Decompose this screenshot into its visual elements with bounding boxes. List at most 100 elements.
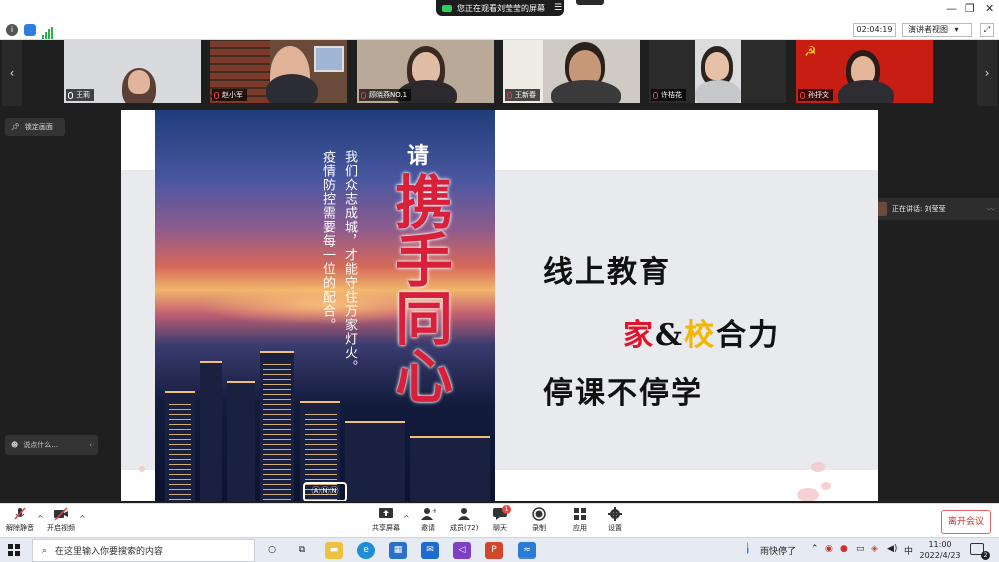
tray-app-icon[interactable]: ◉ [825,544,833,554]
poster-qing: 请 [407,143,430,169]
pin-icon: 📌︎ [11,123,20,131]
participant-gallery: ‹ 王莉 赵小军 顾晓燕NO.1 王新春 许桔花 ☭ 孙抒文 › [0,40,999,106]
file-explorer-icon[interactable]: ▬ [325,542,343,559]
participant-name-tag: 王新春 [505,89,540,101]
slide-line-2: 家&校合力 [623,310,780,354]
lock-view-label: 锁定画面 [24,123,53,131]
lock-view-button[interactable]: 📌︎ 锁定画面 [5,118,65,136]
slide-word-cooperate: 合力 [716,318,781,353]
invite-user-icon: + [421,507,436,520]
cortana-icon[interactable]: ○ [263,542,281,559]
microphone-muted-icon [214,91,219,99]
members-button[interactable]: 成员(72) [450,507,478,533]
poster-text-column-1: 我们众志成城，才能守住万家灯火。 [342,150,357,374]
slide-ampersand: & [655,318,685,353]
active-speaker-indicator: 正在讲话: 刘莹莹 〰 [867,198,999,220]
notification-count: 2 [981,551,990,560]
volume-icon[interactable]: ◀) [887,544,897,554]
microphone-muted-icon [14,507,26,520]
settings-button[interactable]: 设置 [607,507,623,533]
record-button[interactable]: 录制 [531,507,547,533]
participant-tile[interactable]: ☭ 孙抒文 [796,40,933,103]
emoji-icon[interactable]: ☻ [11,441,18,449]
participant-name-tag: 顾晓燕NO.1 [359,89,412,101]
penguin-icon[interactable]: ● [840,544,848,554]
store-icon[interactable]: ▦ [389,542,407,559]
task-view-icon[interactable]: ⧉ [293,542,311,559]
screen-share-banner[interactable]: 您正在观看刘莹莹的屏幕 ☰ [436,0,564,16]
edge-browser-icon[interactable]: e [357,542,375,559]
minimize-icon[interactable]: — [946,2,957,15]
party-emblem-icon: ☭ [804,44,817,60]
ime-indicator[interactable]: 中 [904,544,913,557]
participant-tile[interactable]: 王莉 [64,40,201,103]
gallery-next-button[interactable]: › [977,40,997,106]
active-speaker-label: 正在讲话: 刘莹莹 [892,205,946,213]
collapsed-toolbar-handle[interactable] [576,0,604,5]
tray-expand-icon[interactable]: ⌃ [811,544,819,554]
system-clock[interactable]: 11:00 2022/4/23 [918,539,962,561]
slide-line-3: 停课不停学 [543,376,703,411]
unmute-button[interactable]: 解除静音 [6,507,34,533]
audio-options-caret[interactable]: ^ [37,514,44,523]
participant-tile[interactable]: 赵小军 [210,40,347,103]
chevron-down-icon: ▾ [954,25,959,34]
poster-text-column-2: 疫情防控需要每一位的配合。 [320,150,335,332]
video-options-caret[interactable]: ^ [79,514,86,523]
slide-word-school: 校 [684,318,717,353]
share-screen-icon [379,508,393,518]
share-options-caret[interactable]: ^ [403,514,410,523]
taskbar-search[interactable]: ⌕ 在这里输入你要搜索的内容 [32,539,255,562]
close-icon[interactable]: ✕ [985,2,994,15]
share-status-icon [442,4,452,12]
members-icon [458,508,471,520]
weather-icon[interactable]: ╽ [745,544,750,554]
weather-label[interactable]: 雨快停了 [760,544,796,557]
search-icon: ⌕ [42,545,48,556]
mail-icon[interactable]: ✉ [421,542,439,559]
share-screen-button[interactable]: 共享屏幕 [372,507,400,533]
chat-button[interactable]: 1 聊天 [492,505,511,533]
participant-name-tag: 孙抒文 [798,89,833,101]
windows-start-icon[interactable] [8,544,20,556]
collapse-arrow-icon[interactable]: ‹ [89,441,92,449]
poster-headline: 携手同心 [385,172,453,404]
invite-button[interactable]: + 邀请 [420,507,436,533]
microphone-muted-icon [653,91,658,99]
campaign-poster: 我们众志成城，才能守住万家灯火。 疫情防控需要每一位的配合。 请 携手同心 ⒶⓃ… [155,110,495,501]
shield-icon[interactable] [24,24,36,36]
windows-taskbar: ⌕ 在这里输入你要搜索的内容 ○ ⧉ ▬ e ▦ ✉ ◁ P ≈ ╽ 雨快停了 … [0,537,999,562]
view-mode-label: 演讲者视图 [908,25,948,34]
microphone-muted-icon [507,91,512,99]
battery-icon[interactable]: ▭ [856,544,865,554]
microphone-muted-icon [361,91,366,99]
microphone-icon [68,91,73,99]
view-mode-dropdown[interactable]: 演讲者视图 ▾ [902,23,972,37]
meeting-app-icon[interactable]: ≈ [518,542,536,559]
signal-icon[interactable] [42,24,53,39]
participant-tile[interactable]: 顾晓燕NO.1 [357,40,494,103]
apps-grid-icon [574,508,586,520]
apps-button[interactable]: 应用 [572,507,588,533]
audio-level-icon: 〰 [987,204,995,214]
gallery-prev-button[interactable]: ‹ [2,40,22,106]
powerpoint-icon[interactable]: P [485,542,503,559]
participant-tile[interactable]: 王新春 [503,40,640,103]
slide-line-1: 线上教育 [543,255,671,290]
info-icon[interactable]: i [6,24,18,36]
poster-logo: ⒶⓃⓃ [303,482,347,501]
window-title-bar: 您正在观看刘莹莹的屏幕 ☰ — ❐ ✕ [0,0,999,20]
fullscreen-icon[interactable]: ⤢ [980,23,994,37]
meeting-toolbar: 解除静音 ^ 开启视频 ^ 共享屏幕 ^ + 邀请 成员(72) 1 聊天 录制… [0,503,999,537]
visual-studio-icon[interactable]: ◁ [453,542,471,559]
svg-text:+: + [432,507,436,515]
quick-chat-input[interactable]: ☻ 说点什么... ‹ [5,435,98,455]
security-icon[interactable]: ◈ [871,544,878,554]
start-video-button[interactable]: 开启视频 [47,507,75,533]
microphone-muted-icon [800,91,805,99]
leave-meeting-button[interactable]: 离开会议 [941,510,991,534]
participant-tile[interactable]: 许桔花 [649,40,786,103]
hamburger-icon[interactable]: ☰ [554,3,562,13]
meeting-timer: 02:04:19 [853,23,896,37]
restore-icon[interactable]: ❐ [965,2,975,15]
